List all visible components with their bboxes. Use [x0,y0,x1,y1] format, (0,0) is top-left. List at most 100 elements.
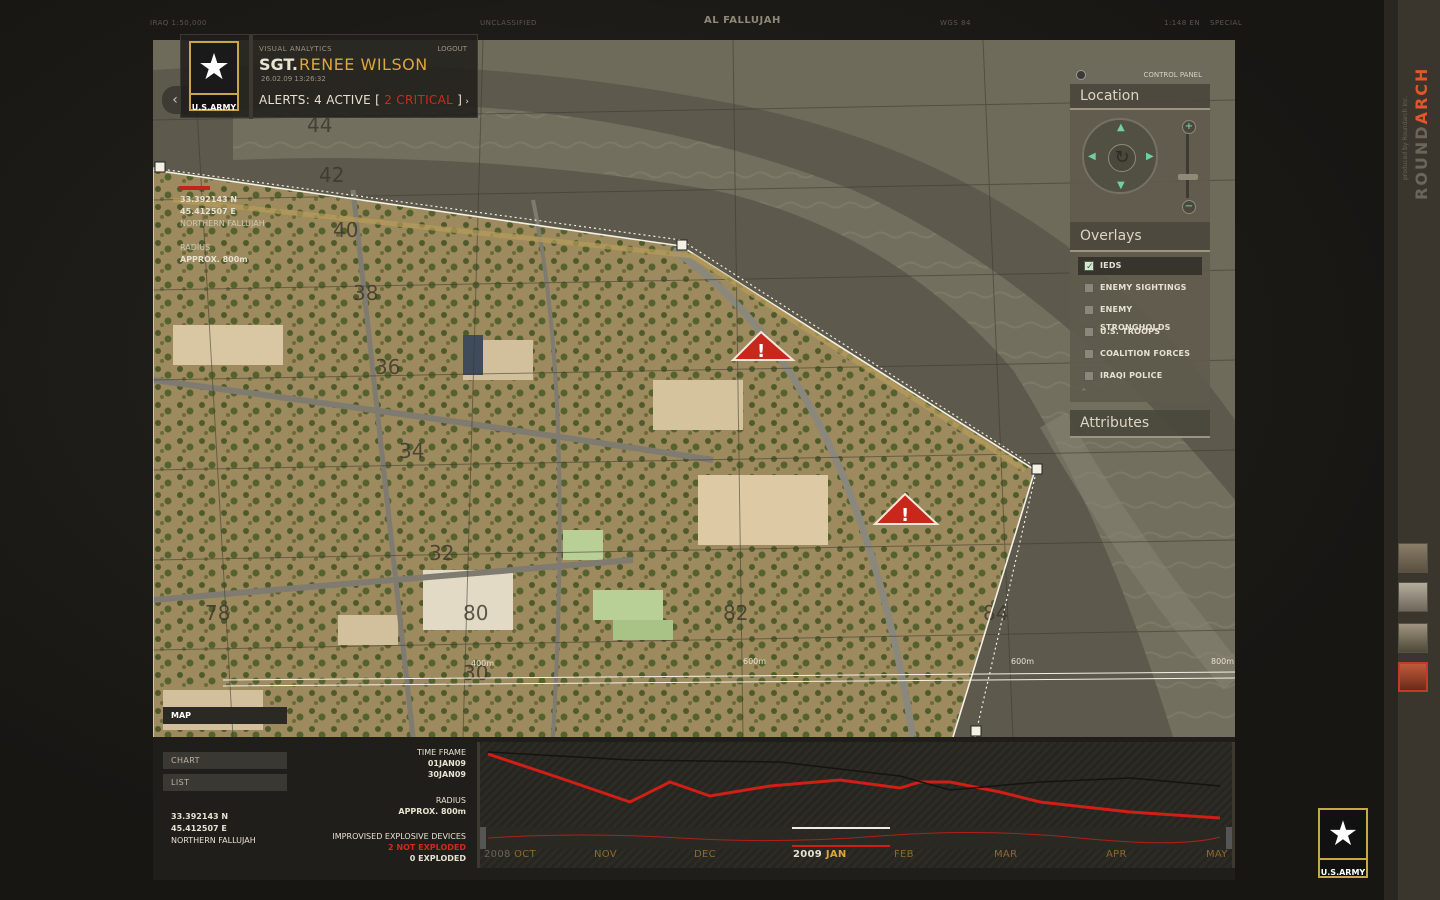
overlay-ieds[interactable]: IEDS [1078,257,1202,276]
overlay-enemy-sightings[interactable]: ENEMY SIGHTINGS [1078,279,1202,297]
tab-chart[interactable]: CHART [163,752,287,769]
overlay-label: U.S. TROOPS [1100,327,1161,336]
zoom-in-icon[interactable]: + [1182,120,1196,134]
radius-label: RADIUS [435,796,466,805]
team-member-avatar[interactable] [1398,623,1428,653]
team-member-avatar[interactable] [1398,543,1428,573]
grid-label: 78 [205,601,230,625]
longitude: 45.412507 E [180,207,236,216]
attributes-section-header[interactable]: Attributes [1070,410,1210,438]
checkbox[interactable] [1084,258,1094,276]
place-name: NORTHERN FALLUJAH [171,836,256,845]
scale-label: 800m [1211,657,1234,666]
logo-text: U.S.ARMY [191,103,237,112]
polygon-handle[interactable] [970,725,982,737]
timeline-month[interactable]: DEC [694,849,716,860]
timeline-month[interactable]: APR [1106,849,1127,860]
control-panel: CONTROL PANEL Location ▲ ▼ ◀ ▶ ↻ + − Ove… [1070,66,1210,446]
ied-label: IMPROVISED EXPLOSIVE DEVICES [332,832,466,841]
grid-label: 32 [429,541,454,565]
alerts-prefix: ALERTS: 4 ACTIVE [ [259,93,381,107]
pan-control[interactable]: ▲ ▼ ◀ ▶ ↻ [1082,118,1158,194]
grid-label: 34 [399,439,424,463]
checkbox[interactable] [1084,283,1094,293]
reset-view-icon[interactable]: ↻ [1108,144,1136,172]
polygon-handle[interactable] [676,239,688,251]
svg-text:!: ! [901,505,909,526]
location-section-header[interactable]: Location [1070,84,1210,110]
overlay-label: IEDS [1100,261,1122,270]
range-handle-right[interactable] [1226,827,1232,849]
roundarch-brand: ROUNDARCH [1412,66,1431,200]
radius-info: RADIUS APPROX. 800m [353,795,466,817]
longitude: 45.412507 E [171,824,227,833]
overlay-iraqi-police[interactable]: IRAQI POLICE [1078,367,1202,385]
zoom-out-icon[interactable]: − [1182,200,1196,214]
timeline-chart[interactable]: 2008 OCT NOV DEC 2009 JAN FEB MAR APR MA… [477,742,1235,868]
timeline-month[interactable]: MAR [994,849,1017,860]
datum-label: WGS 84 [940,19,971,27]
timeline-month[interactable]: MAY [1206,849,1228,860]
overlays-section-header[interactable]: Overlays [1070,222,1210,252]
grid-label: 36 [375,355,400,379]
latitude: 33.392143 N [180,195,238,204]
radius-value: APPROX. 800m [398,807,466,816]
time-frame-label: TIME FRAME [416,748,466,757]
grid-label: 38 [353,281,378,305]
grid-label: 84 [983,601,1008,625]
time-start: 01JAN09 [427,759,466,768]
logout-link[interactable]: LOGOUT [438,45,468,53]
bottom-coordinates: 33.392143 N 45.412507 E NORTHERN FALLUJA… [171,811,256,847]
team-member-avatar-active[interactable] [1398,662,1428,692]
checkbox[interactable] [1084,371,1094,381]
team-member-avatar[interactable] [1398,582,1428,612]
top-info-strip: IRAQ 1:50,000 UNCLASSIFIED AL FALLUJAH W… [144,14,1244,32]
secondary-trend-line [487,751,1221,791]
latitude: 33.392143 N [171,812,229,821]
ied-info: IMPROVISED EXPLOSIVE DEVICES 2 NOT EXPLO… [313,831,466,864]
pan-up-icon[interactable]: ▲ [1117,122,1125,133]
collapse-icon[interactable]: ⌃ [1080,388,1098,398]
checkbox[interactable] [1084,327,1094,337]
panel-toggle-icon[interactable] [1076,70,1086,80]
polygon-handle[interactable] [1031,463,1043,475]
alerts-status[interactable]: ALERTS: 4 ACTIVE [ 2 CRITICAL ] › [259,93,469,107]
control-panel-header[interactable]: CONTROL PANEL [1070,66,1210,84]
army-logo: ★ U.S.ARMY [189,41,239,112]
user-name: RENEE WILSON [299,55,428,74]
tab-map[interactable]: MAP [163,707,287,724]
radius-value: APPROX. 800m [180,255,248,264]
overlay-enemy-strongholds[interactable]: ENEMY STRONGHOLDS [1078,301,1202,332]
timeline-month[interactable]: FEB [894,849,914,860]
checkbox[interactable] [1084,349,1094,359]
pan-left-icon[interactable]: ◀ [1088,151,1096,162]
time-end: 30JAN09 [427,770,466,779]
army-logo-footer: ★ U.S.ARMY [1318,808,1368,878]
not-exploded-count: 2 NOT EXPLODED [388,843,466,852]
map-coordinates: 33.392143 N 45.412507 E NORTHERN FALLUJA… [180,194,265,266]
zoom-info-label: 1:148 EN [1164,19,1201,27]
pan-right-icon[interactable]: ▶ [1146,151,1154,162]
expand-icon[interactable]: › [462,97,469,107]
grid-label: 80 [463,601,488,625]
timeline-month-current[interactable]: 2009 JAN [793,849,847,860]
scale-label: 600m [743,657,766,666]
star-icon: ★ [191,43,237,95]
zoom-thumb[interactable] [1178,174,1198,180]
ied-trend-line [487,752,1221,820]
scale-label: 600m [1011,657,1034,666]
timeline-month[interactable]: NOV [594,849,617,860]
control-panel-title: CONTROL PANEL [1143,71,1202,79]
timestamp: 26.02.09 13:26:32 [261,75,326,83]
range-handle-left[interactable] [480,827,486,849]
overlay-us-troops[interactable]: U.S. TROOPS [1078,323,1202,341]
pan-down-icon[interactable]: ▼ [1117,180,1125,191]
timeline-month[interactable]: 2008 OCT [484,849,536,860]
critical-count[interactable]: 2 CRITICAL [380,93,457,107]
tab-list[interactable]: LIST [163,774,287,791]
zoom-slider[interactable]: + − [1178,120,1198,214]
polygon-handle[interactable] [154,161,166,173]
radius-label: RADIUS [180,243,211,252]
overlay-coalition-forces[interactable]: COALITION FORCES [1078,345,1202,363]
checkbox[interactable] [1084,305,1094,315]
